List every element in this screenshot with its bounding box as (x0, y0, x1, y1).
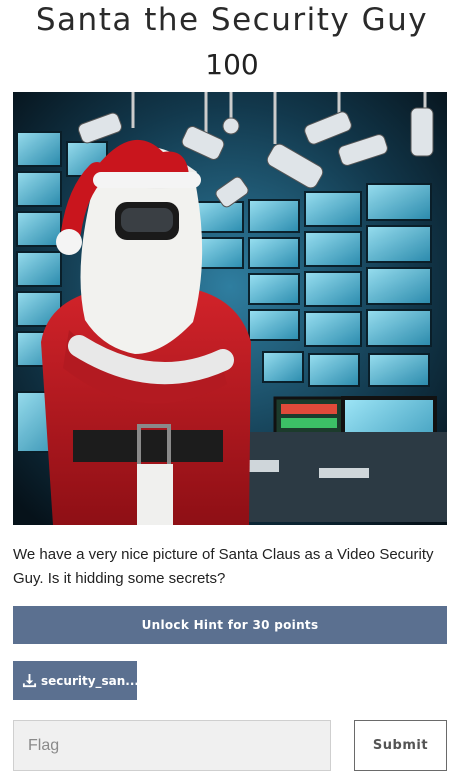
challenge-image[interactable] (13, 92, 447, 525)
flag-input[interactable] (13, 720, 331, 771)
unlock-hint-button[interactable]: Unlock Hint for 30 points (13, 606, 447, 644)
challenge-points: 100 (205, 48, 259, 81)
download-file-button[interactable]: security_san... (13, 661, 137, 700)
file-name-label: security_san... (41, 673, 137, 688)
download-icon (22, 673, 37, 688)
challenge-title: Santa the Security Guy (35, 2, 429, 38)
security-room-illustration (13, 92, 447, 525)
challenge-description: We have a very nice picture of Santa Cla… (13, 546, 434, 587)
submit-button[interactable]: Submit (354, 720, 447, 771)
